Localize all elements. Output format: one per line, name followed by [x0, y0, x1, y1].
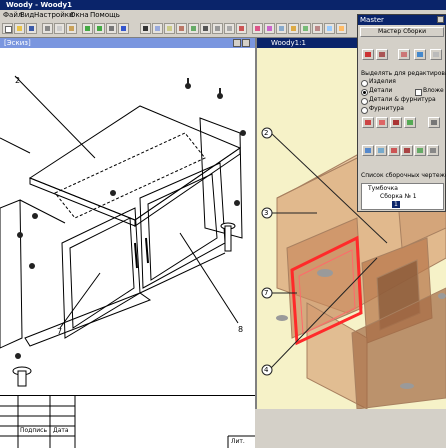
- model-callout-4: 4: [264, 366, 269, 374]
- master-tab[interactable]: Мастер Сборки: [360, 27, 444, 37]
- lit-label: Лит.: [231, 438, 245, 445]
- model-callout-7: 7: [264, 289, 269, 297]
- tree-assembly[interactable]: Сборка № 1: [380, 193, 417, 200]
- radio-details-hardware[interactable]: [361, 98, 368, 105]
- cut-button[interactable]: [42, 23, 53, 34]
- rotate-tool[interactable]: [176, 23, 187, 34]
- callout-2: 2: [15, 76, 21, 85]
- redo-button[interactable]: [94, 23, 105, 34]
- edit-tool-5[interactable]: [428, 117, 440, 128]
- view-top-button[interactable]: [264, 23, 275, 34]
- tree-item-selected[interactable]: 1: [392, 201, 400, 208]
- line-tool[interactable]: [212, 23, 223, 34]
- model-callout-3: 3: [264, 209, 269, 217]
- edit-tool-1[interactable]: [362, 117, 374, 128]
- save-button[interactable]: [26, 23, 37, 34]
- measure-tool[interactable]: [188, 23, 199, 34]
- layer-tool[interactable]: [236, 23, 247, 34]
- new-button[interactable]: [2, 23, 13, 34]
- help-button[interactable]: [118, 23, 129, 34]
- drawing-tool-5[interactable]: [414, 145, 426, 156]
- assembly-tool-5[interactable]: [430, 49, 442, 60]
- list-label: Список сборочных чертежей: [361, 172, 446, 179]
- assembly-tool-2[interactable]: [376, 49, 388, 60]
- assembly-tool-4[interactable]: [414, 49, 426, 60]
- menu-windows[interactable]: Окна: [70, 10, 89, 21]
- menu-view[interactable]: Вид: [20, 10, 34, 21]
- text-tool[interactable]: [200, 23, 211, 34]
- paste-button[interactable]: [66, 23, 77, 34]
- drawing-tool-2[interactable]: [375, 145, 387, 156]
- model-callout-2: 2: [264, 129, 269, 137]
- print-button[interactable]: [106, 23, 117, 34]
- edit-tool-2[interactable]: [376, 117, 388, 128]
- menu-help[interactable]: Помощь: [90, 10, 120, 21]
- signature-label: Подпись: [20, 427, 47, 434]
- view-front-button[interactable]: [252, 23, 263, 34]
- radio-details[interactable]: [361, 89, 368, 96]
- drawing-tool-6[interactable]: [427, 145, 439, 156]
- tree-root[interactable]: Тумбочка: [368, 185, 398, 192]
- edit-tool-3[interactable]: [390, 117, 402, 128]
- drawing-window[interactable]: [Эскиз] 2 7 8 Подпись Дата Лит.: [0, 38, 257, 448]
- app-title: Woody - Woody1: [6, 1, 72, 9]
- render-button[interactable]: [324, 23, 335, 34]
- drawing-tool-4[interactable]: [401, 145, 413, 156]
- radio-products[interactable]: [361, 80, 368, 87]
- callout-8: 8: [238, 325, 244, 334]
- grid-tool[interactable]: [224, 23, 235, 34]
- assembly-drawing: [0, 75, 246, 387]
- view-side-button[interactable]: [276, 23, 287, 34]
- assembly-tool-3[interactable]: [398, 49, 410, 60]
- assembly-tool-1[interactable]: [362, 49, 374, 60]
- pan-tool[interactable]: [164, 23, 175, 34]
- title-block: Подпись Дата Лит.: [0, 395, 255, 448]
- master-panel: Master Мастер Сборки Выделять для редакт…: [357, 14, 446, 212]
- select-label: Выделять для редактирования:: [361, 70, 446, 77]
- copy-button[interactable]: [54, 23, 65, 34]
- master-caption: Master: [358, 15, 446, 25]
- drawing-tool-3[interactable]: [388, 145, 400, 156]
- zoom-tool[interactable]: [152, 23, 163, 34]
- open-button[interactable]: [14, 23, 25, 34]
- radio-products-label: Изделия: [369, 78, 396, 85]
- wire-button[interactable]: [312, 23, 323, 34]
- assembly-tree[interactable]: Тумбочка Сборка № 1 1: [361, 183, 444, 210]
- undo-button[interactable]: [82, 23, 93, 34]
- radio-details-label: Детали: [369, 87, 393, 94]
- master-close-button[interactable]: [437, 16, 444, 23]
- menu-settings[interactable]: Настройки: [34, 10, 74, 21]
- radio-details-hardware-label: Детали & фурнитура: [369, 96, 436, 103]
- select-tool[interactable]: [140, 23, 151, 34]
- nested-checkbox[interactable]: [415, 89, 422, 96]
- nested-checkbox-label: Вложе: [423, 87, 444, 94]
- drawing-tool-1[interactable]: [362, 145, 374, 156]
- radio-hardware-label: Фурнитура: [369, 105, 404, 112]
- callout-7: 7: [57, 327, 63, 336]
- side-panel: [0, 199, 23, 349]
- radio-hardware[interactable]: [361, 107, 368, 114]
- edit-tool-4[interactable]: [404, 117, 416, 128]
- date-label: Дата: [53, 427, 69, 434]
- title-bar: Woody - Woody1: [0, 0, 446, 10]
- shade-button[interactable]: [300, 23, 311, 34]
- view-iso-button[interactable]: [288, 23, 299, 34]
- explode-button[interactable]: [336, 23, 347, 34]
